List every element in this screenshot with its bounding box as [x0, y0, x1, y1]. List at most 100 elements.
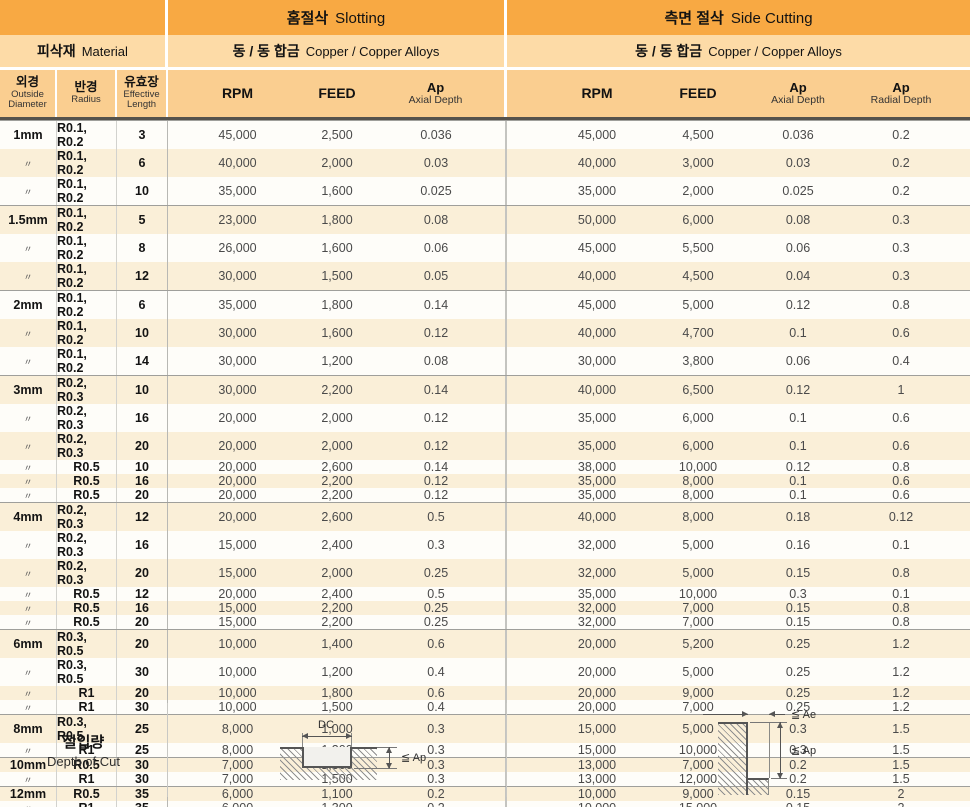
cell-s-feed: 2,000: [287, 404, 387, 432]
cell-radius: R0.1, R0.2: [57, 262, 117, 290]
cell-radius: R0.1, R0.2: [57, 234, 117, 262]
cell-c-ae: 0.6: [853, 474, 970, 488]
column-header-outside-diameter: 외경 Outside Diameter: [0, 70, 57, 117]
cell-c-ap: 0.1: [743, 474, 853, 488]
cell-c-feed: 6,500: [653, 376, 743, 404]
cell-c-rpm: 20,000: [507, 686, 653, 700]
slotting-material-cell: 동 / 동 합금Copper / Copper Alloys: [168, 35, 507, 67]
side-ap-dimension-line: [780, 722, 781, 778]
cell-radius: R0.5: [57, 587, 117, 601]
cell-s-ap: 0.025: [387, 177, 507, 205]
cell-c-ae: 0.1: [853, 587, 970, 601]
cell-c-ap: 0.1: [743, 319, 853, 347]
cell-c-feed: 10,000: [653, 587, 743, 601]
column-header-radius: 반경 Radius: [57, 70, 117, 117]
cell-c-ap: 0.25: [743, 686, 853, 700]
cell-c-feed: 5,000: [653, 291, 743, 319]
table-row: 3mmR0.2, R0.31030,0002,2000.1440,0006,50…: [0, 375, 970, 404]
slotting-material-korean: 동 / 동 합금: [233, 43, 300, 59]
cell-c-rpm: 50,000: [507, 206, 653, 234]
cell-od: 4mm: [0, 503, 57, 531]
cell-c-ae: 0.6: [853, 432, 970, 460]
slot-dc-arrow-left: [302, 733, 308, 739]
slot-dc-dimension-line: [302, 736, 352, 737]
cell-c-rpm: 30,000: [507, 347, 653, 375]
table-row: 4mmR0.2, R0.31220,0002,6000.540,0008,000…: [0, 502, 970, 531]
slot-ap-label: ≦ Ap: [401, 751, 426, 764]
slotting-ap-header-sub: Axial Depth: [409, 95, 463, 107]
cell-s-rpm: 15,000: [168, 615, 287, 629]
cell-s-rpm: 20,000: [168, 587, 287, 601]
material-band: 피삭재Material 동 / 동 합금 Copper / Copper Allo…: [0, 35, 970, 70]
table-row: 〃R0.51020,0002,6000.1438,00010,0000.120.…: [0, 460, 970, 474]
cell-len: 16: [117, 474, 168, 488]
cell-c-rpm: 38,000: [507, 460, 653, 474]
column-header-slotting-feed: FEED: [287, 70, 387, 117]
side-ae-arrow-right: [742, 711, 748, 717]
slot-dc-label: DC: [318, 719, 334, 731]
cell-od: 〃: [0, 559, 57, 587]
cell-c-ap: 0.25: [743, 658, 853, 686]
cell-len: 20: [117, 686, 168, 700]
cell-s-feed: 2,200: [287, 474, 387, 488]
table-row: 6mmR0.3, R0.52010,0001,4000.620,0005,200…: [0, 629, 970, 658]
cell-radius: R1: [57, 686, 117, 700]
material-label-cell: 피삭재Material: [0, 35, 168, 67]
cell-radius: R0.5: [57, 460, 117, 474]
cell-c-feed: 7,000: [653, 601, 743, 615]
table-row: 〃R0.1, R0.21430,0001,2000.0830,0003,8000…: [0, 347, 970, 375]
table-body: 1mmR0.1, R0.2345,0002,5000.03645,0004,50…: [0, 120, 970, 701]
cell-od: 〃: [0, 601, 57, 615]
side-material-korean: 동 / 동 합금: [635, 43, 702, 59]
side-ae-label: ≦ Ae: [791, 708, 816, 721]
cell-s-rpm: 15,000: [168, 601, 287, 615]
cell-c-rpm: 35,000: [507, 404, 653, 432]
side-diagram-workpiece: [718, 722, 748, 795]
cell-len: 16: [117, 531, 168, 559]
cell-c-ae: 0.3: [853, 206, 970, 234]
cell-c-rpm: 35,000: [507, 177, 653, 205]
cell-radius: R0.1, R0.2: [57, 149, 117, 177]
cell-od: 〃: [0, 488, 57, 502]
cell-c-ae: 0.2: [853, 149, 970, 177]
cell-c-rpm: 32,000: [507, 615, 653, 629]
cell-s-ap: 0.25: [387, 601, 507, 615]
cell-c-rpm: 32,000: [507, 559, 653, 587]
cell-c-feed: 2,000: [653, 177, 743, 205]
cell-s-feed: 2,200: [287, 615, 387, 629]
cell-c-rpm: 40,000: [507, 262, 653, 290]
cell-c-rpm: 35,000: [507, 432, 653, 460]
cell-s-feed: 1,600: [287, 234, 387, 262]
side-ap-arrow-down: [777, 773, 783, 779]
cell-s-ap: 0.03: [387, 149, 507, 177]
cell-s-feed: 2,500: [287, 121, 387, 149]
cell-s-ap: 0.12: [387, 404, 507, 432]
cell-radius: R0.3, R0.5: [57, 630, 117, 658]
cell-c-feed: 8,000: [653, 474, 743, 488]
cell-od: 〃: [0, 587, 57, 601]
side-material-english: Copper / Copper Alloys: [708, 44, 842, 59]
cell-len: 8: [117, 234, 168, 262]
cell-s-feed: 2,000: [287, 559, 387, 587]
cell-od: 2mm: [0, 291, 57, 319]
cell-c-ae: 0.8: [853, 601, 970, 615]
cell-od: 6mm: [0, 630, 57, 658]
cell-c-ae: 2: [853, 801, 970, 807]
side-material-value: 동 / 동 합금 Copper / Copper Alloys: [635, 41, 842, 61]
cell-radius: R0.2, R0.3: [57, 432, 117, 460]
cell-c-feed: 6,000: [653, 404, 743, 432]
cell-s-rpm: 35,000: [168, 291, 287, 319]
table-row: 〃R0.2, R0.32015,0002,0000.2532,0005,0000…: [0, 559, 970, 587]
cell-c-ap: 0.15: [743, 801, 853, 807]
cell-s-feed: 1,800: [287, 291, 387, 319]
cell-s-ap: 0.12: [387, 488, 507, 502]
radius-header-korean: 반경: [74, 81, 97, 95]
cell-radius: R0.5: [57, 488, 117, 502]
cell-c-rpm: 20,000: [507, 658, 653, 686]
cell-len: 10: [117, 177, 168, 205]
cell-c-ae: 1.2: [853, 686, 970, 700]
slotting-material-value: 동 / 동 합금Copper / Copper Alloys: [233, 41, 440, 61]
cell-s-rpm: 15,000: [168, 531, 287, 559]
cell-c-feed: 5,000: [653, 658, 743, 686]
side-rpm-header-text: RPM: [581, 86, 612, 101]
